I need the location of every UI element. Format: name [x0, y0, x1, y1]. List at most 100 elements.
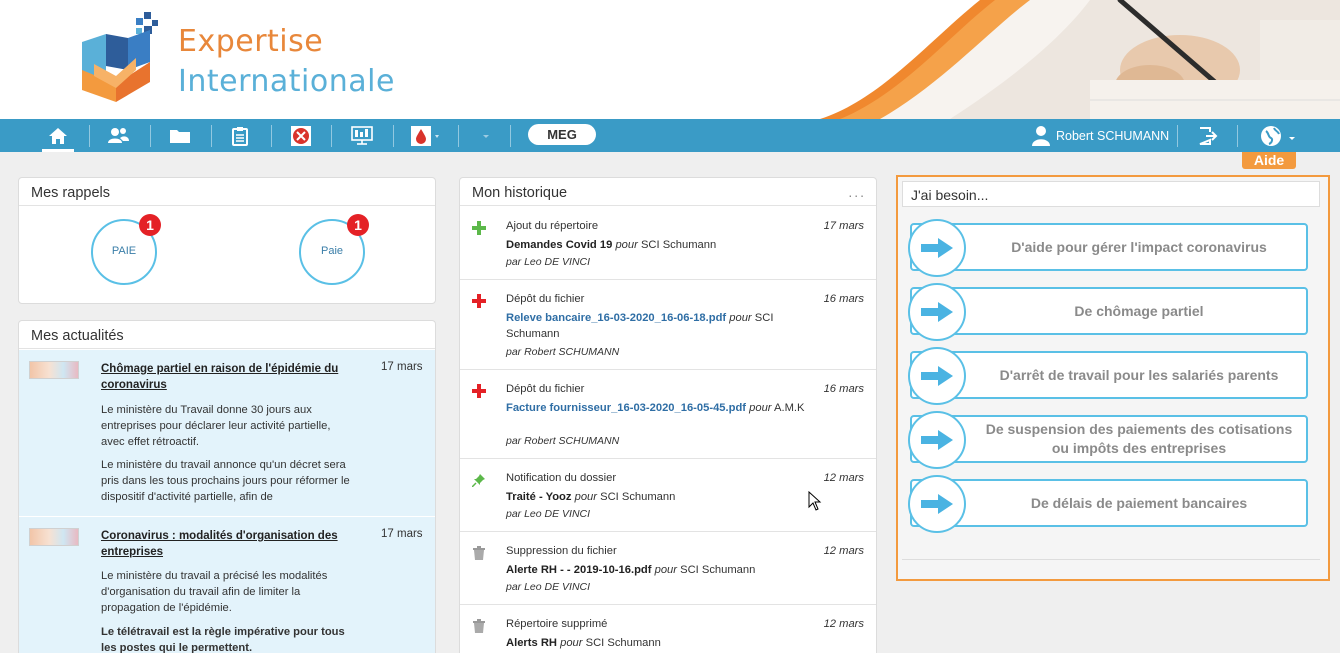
historique-panel: Mon historique ... Ajout du répertoire 1…	[459, 177, 877, 653]
aide-button-label: De délais de paiement bancaires	[1030, 494, 1248, 511]
history-details: Releve bancaire_16-03-2020_16-06-18.pdf …	[506, 310, 806, 342]
user-name-link[interactable]: Robert SCHUMANN	[1056, 129, 1169, 143]
history-subject: Demandes Covid 19	[506, 239, 613, 251]
nav-divider	[150, 125, 151, 147]
history-file-link[interactable]: Releve bancaire_16-03-2020_16-06-18.pdf	[506, 312, 726, 324]
history-action: Suppression du fichier	[506, 545, 617, 557]
history-item[interactable]: Ajout du répertoire 17 mars Demandes Cov…	[460, 207, 876, 280]
history-author: par Leo DE VINCI	[506, 581, 591, 593]
news-thumbnail	[29, 528, 79, 546]
history-details: Facture fournisseur_16-03-2020_16-05-45.…	[506, 400, 806, 416]
actualites-title: Mes actualités	[19, 321, 435, 349]
aide-tab[interactable]: Aide	[1242, 152, 1296, 169]
news-title-link[interactable]: Coronavirus : modalités d'organisation d…	[101, 528, 351, 560]
history-item[interactable]: Dépôt du fichier 16 mars Facture fournis…	[460, 370, 876, 459]
news-item[interactable]: Coronavirus : modalités d'organisation d…	[19, 528, 435, 653]
history-date: 17 mars	[823, 220, 864, 232]
history-pour: pour	[615, 239, 638, 251]
history-subject: Traité - Yooz	[506, 491, 572, 503]
nav-divider	[1237, 125, 1238, 147]
user-icon[interactable]	[1030, 119, 1052, 152]
logout-icon[interactable]	[1196, 119, 1220, 152]
aide-button-arret-travail[interactable]: D'arrêt de travail pour les salariés par…	[908, 347, 1308, 405]
add-file-icon	[472, 294, 486, 308]
history-target: SCI Schumann	[680, 564, 756, 576]
home-icon[interactable]	[44, 119, 72, 152]
rappels-panel: Mes rappels PAIE 1 Paie 1	[18, 177, 436, 304]
news-title-link[interactable]: Chômage partiel en raison de l'épidémie …	[101, 361, 351, 393]
history-date: 12 mars	[823, 545, 864, 557]
arrow-right-icon	[908, 347, 966, 405]
news-item[interactable]: Chômage partiel en raison de l'épidémie …	[19, 361, 435, 517]
aide-button-delais[interactable]: De délais de paiement bancaires	[908, 475, 1308, 533]
history-target: SCI Schumann	[600, 491, 676, 503]
drop-icon[interactable]	[410, 119, 442, 152]
header: Expertise Internationale	[0, 0, 1340, 119]
aide-divider	[902, 559, 1320, 560]
history-date: 12 mars	[823, 618, 864, 630]
news-paragraph: Le télétravail est la règle impérative p…	[101, 626, 345, 653]
meg-button[interactable]: MEG	[528, 124, 596, 145]
history-file-link[interactable]: Facture fournisseur_16-03-2020_16-05-45.…	[506, 402, 746, 414]
history-author: par Leo DE VINCI	[506, 256, 591, 268]
history-subject: Alerts RH	[506, 637, 557, 649]
rappel-label: Paie	[320, 245, 344, 257]
brand-line1: Expertise	[178, 24, 324, 59]
add-file-icon	[472, 384, 486, 398]
history-date: 12 mars	[823, 472, 864, 484]
trash-icon	[473, 546, 485, 560]
rappel-label: PAIE	[111, 245, 137, 257]
history-pour: pour	[560, 637, 583, 649]
history-item[interactable]: Répertoire supprimé 12 mars Alerts RH po…	[460, 605, 876, 653]
history-date: 16 mars	[823, 293, 864, 305]
news-list: Chômage partiel en raison de l'épidémie …	[19, 350, 435, 653]
nav-divider	[458, 125, 459, 147]
nav-divider	[1177, 125, 1178, 147]
nav-divider	[211, 125, 212, 147]
header-hero-image	[820, 0, 1340, 119]
history-action: Notification du dossier	[506, 472, 617, 484]
brand-name: Expertise Internationale	[178, 22, 395, 102]
more-options-icon[interactable]: ...	[848, 184, 866, 200]
history-author: par Robert SCHUMANN	[506, 435, 620, 447]
history-item[interactable]: Suppression du fichier 12 mars Alerte RH…	[460, 532, 876, 605]
pin-icon	[472, 474, 485, 487]
mouse-cursor-icon	[808, 491, 822, 511]
users-icon[interactable]	[104, 119, 132, 152]
rappel-paie-circle[interactable]: Paie 1	[299, 214, 369, 285]
history-item[interactable]: Dépôt du fichier 16 mars Releve bancaire…	[460, 280, 876, 370]
history-details: Alerts RH pour SCI Schumann	[506, 635, 806, 651]
rappel-count-badge: 1	[347, 214, 369, 236]
history-date: 16 mars	[823, 383, 864, 395]
nav-divider	[89, 125, 90, 147]
app-icon-red[interactable]	[289, 119, 313, 152]
monitor-icon[interactable]	[349, 119, 375, 152]
aide-title: J'ai besoin...	[902, 181, 1320, 207]
history-pour: pour	[654, 564, 677, 576]
clipboard-icon[interactable]	[226, 119, 254, 152]
aide-button-chomage[interactable]: De chômage partiel	[908, 283, 1308, 341]
history-details: Alerte RH - - 2019-10-16.pdf pour SCI Sc…	[506, 562, 806, 578]
aide-button-label: De chômage partiel	[1074, 302, 1204, 319]
rappel-paie-circle[interactable]: PAIE 1	[91, 214, 161, 285]
aide-button-suspension[interactable]: De suspension des paiements des cotisati…	[908, 411, 1308, 469]
rappels-title: Mes rappels	[19, 178, 435, 206]
history-author: par Leo DE VINCI	[506, 508, 591, 520]
arrow-right-icon	[908, 219, 966, 277]
news-date: 17 mars	[381, 528, 423, 540]
rappel-count-badge: 1	[139, 214, 161, 236]
aide-panel: J'ai besoin... D'aide pour gérer l'impac…	[896, 175, 1330, 581]
history-details: Traité - Yooz pour SCI Schumann	[506, 489, 806, 505]
folder-icon[interactable]	[166, 119, 194, 152]
company-logo	[82, 12, 158, 102]
chevron-down-icon[interactable]	[476, 119, 496, 152]
language-globe-icon[interactable]	[1258, 119, 1298, 152]
active-tab-indicator	[42, 149, 74, 152]
history-pour: pour	[749, 402, 772, 414]
historique-title: Mon historique	[460, 178, 876, 206]
arrow-right-icon	[908, 475, 966, 533]
arrow-right-icon	[908, 411, 966, 469]
aide-button-coronavirus[interactable]: D'aide pour gérer l'impact coronavirus	[908, 219, 1308, 277]
history-pour: pour	[729, 312, 752, 324]
nav-divider	[393, 125, 394, 147]
